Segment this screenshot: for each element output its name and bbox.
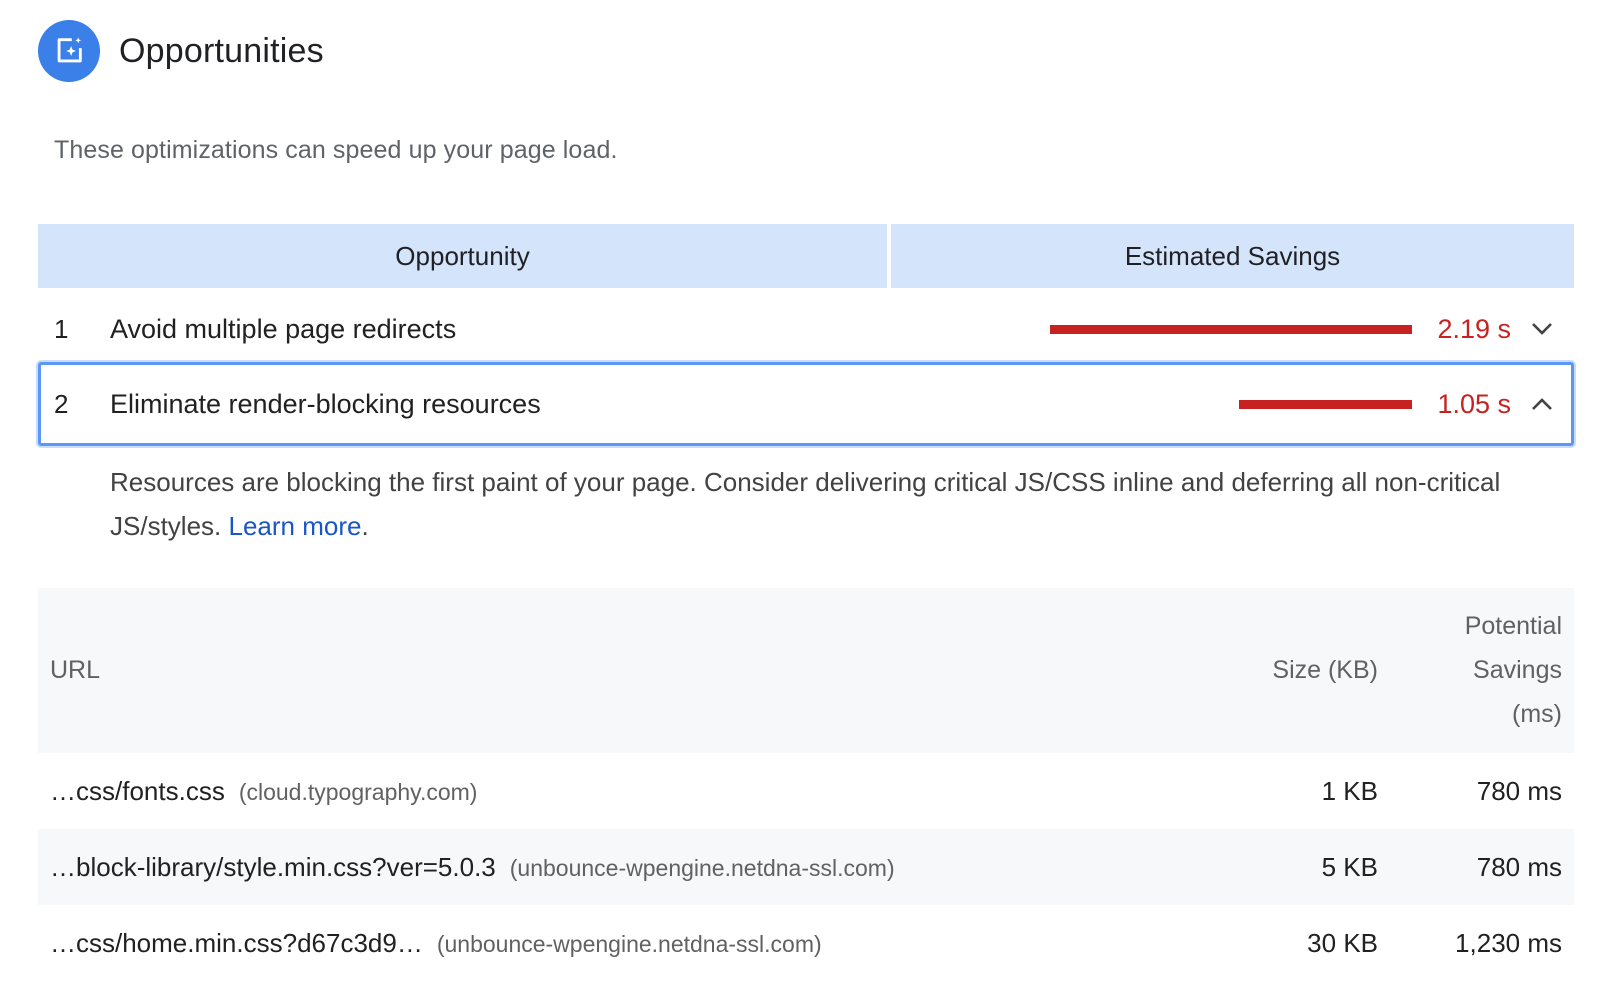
column-header-estimated-savings: Estimated Savings	[891, 224, 1574, 288]
resource-url[interactable]: …block-library/style.min.css?ver=5.0.3 (u…	[50, 852, 895, 883]
resource-table-header: URL Size (KB) Potential Savings (ms)	[38, 588, 1574, 753]
opportunity-row-render-blocking[interactable]: 2 Eliminate render-blocking resources 1.…	[38, 362, 1574, 446]
savings-value: 1.05 s	[1437, 388, 1511, 419]
resource-size: 5 KB	[1321, 851, 1378, 882]
savings-bar	[1050, 324, 1412, 334]
opportunity-icon	[38, 20, 100, 82]
table-row: …css/fonts.css (cloud.typography.com) 1 K…	[38, 753, 1574, 829]
column-header-size: Size (KB)	[1272, 656, 1378, 684]
opportunity-row-redirects[interactable]: 1 Avoid multiple page redirects 2.19 s	[38, 290, 1574, 368]
section-header: Opportunities	[38, 20, 324, 82]
opportunity-table-header: Opportunity Estimated Savings	[38, 224, 1574, 288]
resource-url[interactable]: …css/home.min.css?d67c3d9… (unbounce-wpen…	[50, 928, 822, 959]
resource-url[interactable]: …css/fonts.css (cloud.typography.com)	[50, 776, 477, 807]
learn-more-link[interactable]: Learn more	[228, 511, 361, 541]
resource-savings: 780 ms	[1476, 775, 1562, 806]
resource-size: 1 KB	[1321, 775, 1378, 806]
resource-table: URL Size (KB) Potential Savings (ms) …cs…	[38, 588, 1574, 981]
resource-host: (cloud.typography.com)	[238, 778, 478, 805]
resource-host: (unbounce-wpengine.netdna-ssl.com)	[509, 854, 895, 881]
table-row: …css/home.min.css?d67c3d9… (unbounce-wpen…	[38, 905, 1574, 981]
opportunity-title: Avoid multiple page redirects	[110, 313, 457, 344]
column-header-opportunity: Opportunity	[38, 224, 887, 288]
detail-trailing: .	[361, 511, 369, 541]
chevron-down-icon[interactable]	[1528, 315, 1556, 343]
table-row: …block-library/style.min.css?ver=5.0.3 (u…	[38, 829, 1574, 905]
column-header-url: URL	[50, 656, 101, 684]
resource-savings: 1,230 ms	[1455, 927, 1562, 958]
opportunity-detail-description: Resources are blocking the first paint o…	[110, 460, 1530, 548]
opportunity-index: 2	[54, 388, 69, 419]
resource-size: 30 KB	[1307, 927, 1378, 958]
opportunity-title: Eliminate render-blocking resources	[110, 388, 541, 419]
savings-value: 2.19 s	[1437, 313, 1511, 344]
section-description: These optimizations can speed up your pa…	[54, 136, 618, 164]
resource-savings: 780 ms	[1476, 851, 1562, 882]
section-title: Opportunities	[119, 31, 324, 70]
chevron-up-icon[interactable]	[1528, 390, 1556, 418]
opportunity-index: 1	[54, 313, 69, 344]
column-header-potential-savings: Potential Savings (ms)	[1464, 612, 1562, 728]
resource-host: (unbounce-wpengine.netdna-ssl.com)	[436, 930, 822, 957]
savings-bar	[1239, 399, 1412, 409]
